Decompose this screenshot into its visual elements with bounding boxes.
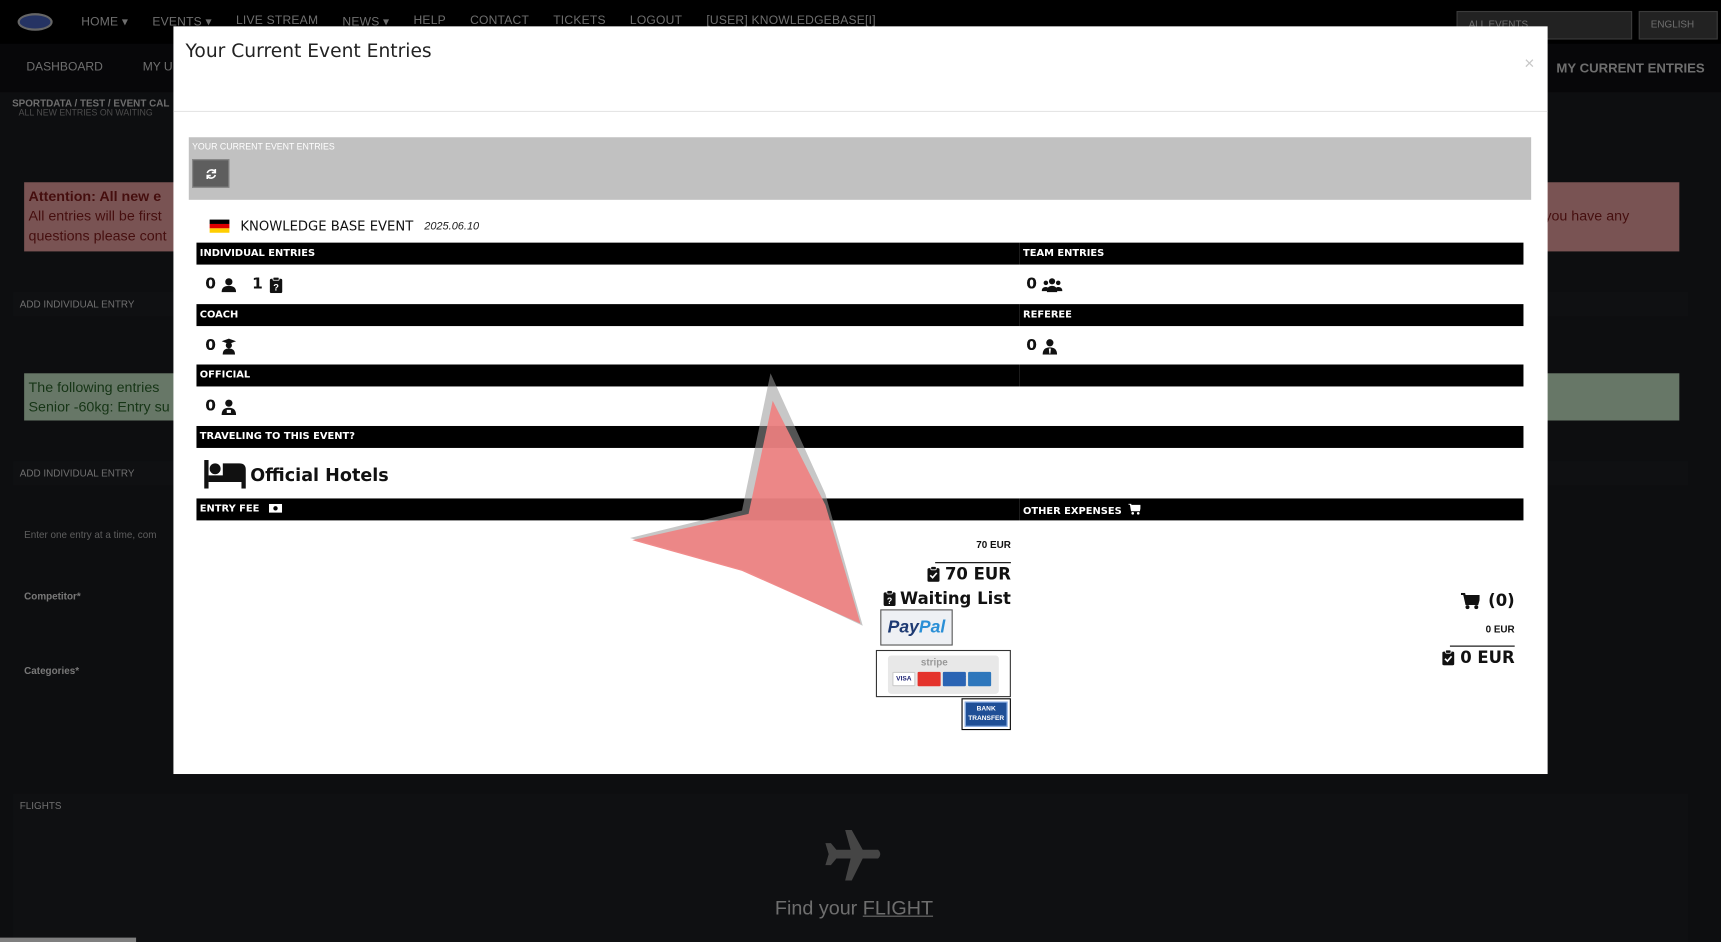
other-expenses-bar: OTHER EXPENSES — [1019, 498, 1524, 521]
event-date: 2025.06.10 — [424, 220, 480, 233]
bank-label-2: TRANSFER — [968, 715, 1005, 723]
cart-summary[interactable]: (0) — [1460, 590, 1515, 611]
other-total: 0 EUR — [1442, 647, 1515, 668]
cart-icon — [1460, 592, 1480, 609]
other-expenses-label: OTHER EXPENSES — [1022, 506, 1122, 518]
entry-fee-label: ENTRY FEE — [199, 503, 260, 515]
modal-title: Your Current Event Entries — [185, 40, 432, 63]
official-bar-right — [1019, 364, 1524, 387]
entry-fee-bar: ENTRY FEE — [196, 498, 1020, 521]
coach-icon — [221, 338, 236, 355]
bank-transfer-badge: BANK TRANSFER — [964, 701, 1008, 727]
refresh-button[interactable] — [192, 159, 230, 188]
bank-transfer-button[interactable]: BANK TRANSFER — [961, 698, 1011, 731]
visa-icon: VISA — [892, 671, 916, 687]
fee-subtotal: 70 EUR — [976, 539, 1011, 551]
bed-icon — [204, 460, 246, 489]
mastercard-icon: MC — [917, 671, 941, 687]
paypal-text-1: Pay — [887, 617, 919, 637]
maestro-icon: Maestro — [942, 671, 966, 687]
stripe-badge: stripe VISA MC Maestro AMEX — [887, 655, 999, 694]
users-icon — [1041, 277, 1063, 292]
svg-text:?: ? — [273, 282, 279, 292]
coach-count-value: 0 — [205, 337, 216, 355]
clipboard-check-icon — [927, 566, 940, 582]
user-icon — [221, 277, 236, 292]
waiting-count-value: 1 — [252, 275, 263, 294]
individual-entries-bar: INDIVIDUAL ENTRIES — [196, 242, 1020, 265]
refresh-icon — [205, 168, 216, 179]
other-total-value: 0 EUR — [1460, 647, 1515, 668]
referee-bar: REFEREE — [1019, 304, 1524, 327]
paypal-button[interactable]: Pay Pal — [880, 609, 953, 646]
clipboard-check-icon — [1442, 649, 1455, 666]
other-subtotal: 0 EUR — [1485, 623, 1515, 635]
cart-count: (0) — [1488, 590, 1515, 611]
referee-icon — [1042, 338, 1057, 355]
official-count: 0 — [205, 397, 237, 415]
team-entries-bar: TEAM ENTRIES — [1019, 242, 1524, 265]
germany-flag-icon — [209, 219, 230, 233]
referee-count: 0 — [1026, 337, 1058, 355]
team-count-value: 0 — [1026, 275, 1037, 294]
card-logos: VISA MC Maestro AMEX — [892, 671, 992, 687]
team-count: 0 — [1026, 275, 1063, 294]
clipboard-question-icon: ? — [269, 276, 282, 293]
money-icon — [268, 503, 282, 513]
official-icon — [221, 399, 236, 415]
fee-total: 70 EUR — [927, 564, 1011, 584]
other-divider — [1449, 645, 1515, 647]
stripe-word: stripe — [920, 656, 948, 668]
individual-count-value: 0 — [205, 275, 216, 294]
traveling-bar: TRAVELING TO THIS EVENT? — [196, 425, 1524, 448]
individual-count: 0 1 ? — [205, 275, 283, 294]
entries-box-label: YOUR CURRENT EVENT ENTRIES — [192, 141, 335, 152]
official-hotels-link[interactable]: Official Hotels — [204, 460, 389, 489]
coach-bar: COACH — [196, 304, 1020, 327]
event-name: KNOWLEDGE BASE EVENT — [240, 218, 414, 234]
amex-icon: AMEX — [968, 671, 992, 687]
official-bar: OFFICIAL — [196, 364, 1020, 387]
waiting-list: ? Waiting List — [883, 588, 1011, 609]
coach-count: 0 — [205, 337, 237, 355]
close-icon[interactable]: × — [1524, 55, 1534, 75]
current-entries-box: YOUR CURRENT EVENT ENTRIES — [188, 137, 1532, 200]
paypal-text-2: Pal — [918, 617, 946, 637]
fee-total-value: 70 EUR — [944, 564, 1011, 585]
referee-count-value: 0 — [1026, 337, 1037, 355]
clipboard-question-icon: ? — [883, 590, 896, 607]
screen: HOME ▾ EVENTS ▾ LIVE STREAM NEWS ▾ HELP … — [0, 0, 1721, 942]
fee-divider — [935, 562, 1011, 564]
cart-small-icon — [1128, 503, 1142, 515]
waiting-list-label: Waiting List — [899, 588, 1011, 609]
current-entries-modal: Your Current Event Entries × YOUR CURREN… — [173, 26, 1548, 775]
event-line: KNOWLEDGE BASE EVENT 2025.06.10 — [209, 218, 480, 234]
stripe-button[interactable]: stripe VISA MC Maestro AMEX — [875, 649, 1011, 698]
svg-text:?: ? — [887, 596, 892, 606]
modal-header: Your Current Event Entries × — [173, 26, 1548, 112]
official-hotels-label[interactable]: Official Hotels — [250, 464, 388, 485]
bank-label-1: BANK — [976, 705, 996, 713]
official-count-value: 0 — [205, 397, 216, 416]
